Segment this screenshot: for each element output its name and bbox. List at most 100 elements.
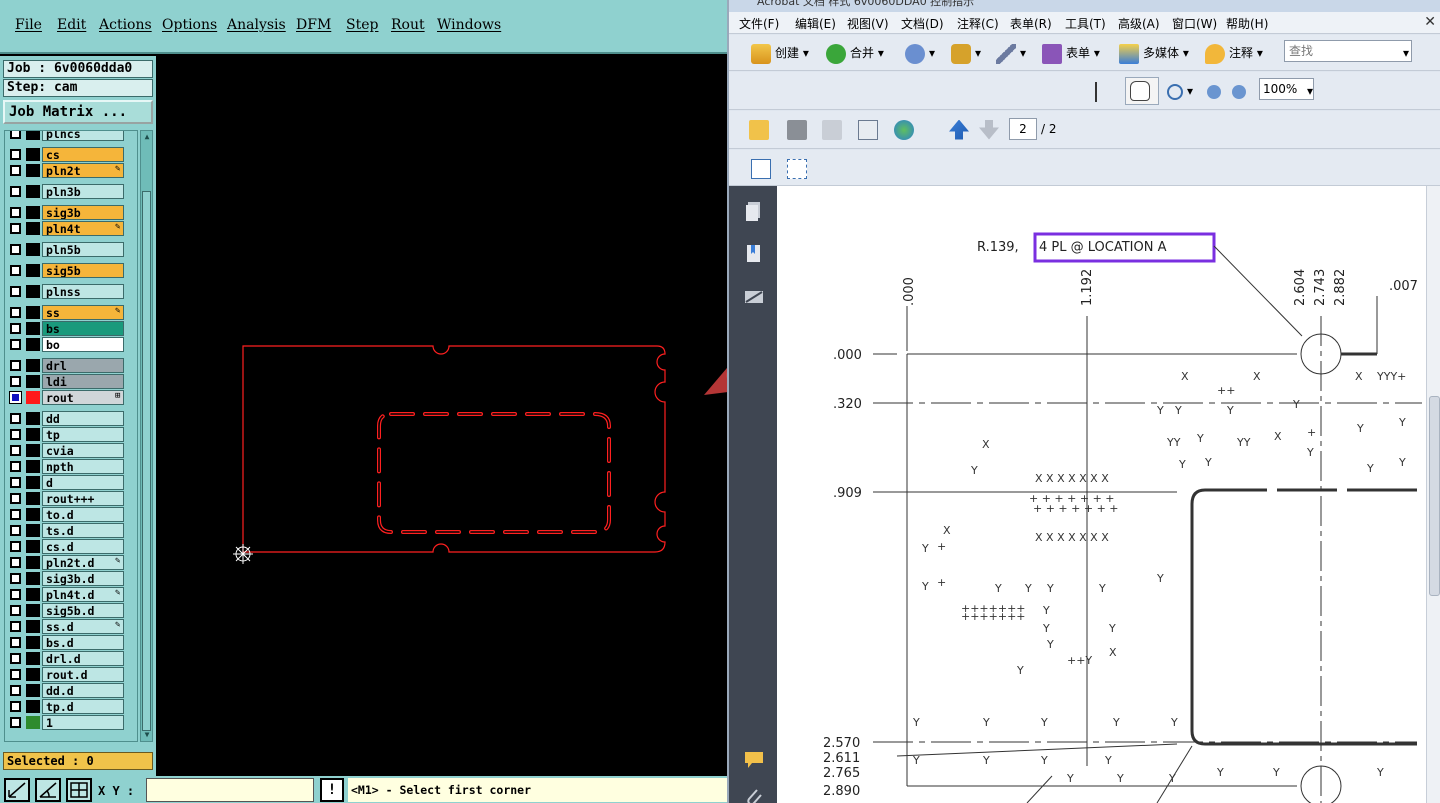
- layer-row[interactable]: d: [5, 475, 137, 490]
- acro-menu-comments[interactable]: 注释(C): [957, 15, 999, 32]
- layer-color-swatch[interactable]: [26, 556, 40, 569]
- layer-row[interactable]: rout.d: [5, 667, 137, 682]
- hand-tool-button[interactable]: [1125, 77, 1159, 105]
- layer-row[interactable]: dd: [5, 411, 137, 426]
- comments-icon[interactable]: [743, 749, 765, 771]
- layer-row[interactable]: pln5b: [5, 242, 137, 257]
- acro-menu-forms[interactable]: 表单(R): [1010, 15, 1052, 32]
- layer-checkbox[interactable]: [10, 685, 21, 696]
- graphics-canvas[interactable]: [157, 56, 727, 776]
- angle-mode-button[interactable]: [35, 778, 61, 802]
- layer-color-swatch[interactable]: [26, 492, 40, 505]
- layer-checkbox[interactable]: [10, 131, 21, 139]
- layer-name[interactable]: ldi: [42, 374, 124, 389]
- layer-name[interactable]: d: [42, 475, 124, 490]
- layer-color-swatch[interactable]: [26, 668, 40, 681]
- email-button[interactable]: [858, 117, 882, 141]
- secure-button[interactable]: ▾: [951, 41, 981, 65]
- pdf-scrollbar[interactable]: [1426, 186, 1440, 803]
- acro-menu-tools[interactable]: 工具(T): [1065, 15, 1106, 32]
- layer-color-swatch[interactable]: [26, 206, 40, 219]
- layer-checkbox[interactable]: [10, 493, 21, 504]
- layer-row[interactable]: bo: [5, 337, 137, 352]
- layer-color-swatch[interactable]: [26, 164, 40, 177]
- layer-name[interactable]: sig3b.d: [42, 571, 124, 586]
- zoom-in-button[interactable]: [1232, 79, 1250, 103]
- layer-color-swatch[interactable]: [26, 131, 40, 140]
- layer-name[interactable]: ss: [42, 305, 124, 320]
- layer-checkbox[interactable]: [10, 429, 21, 440]
- layer-row[interactable]: drl: [5, 358, 137, 373]
- layer-name[interactable]: cvia: [42, 443, 124, 458]
- acro-menu-advanced[interactable]: 高级(A): [1118, 15, 1160, 32]
- layer-color-swatch[interactable]: [26, 412, 40, 425]
- create-button[interactable]: 创建 ▾: [751, 41, 809, 65]
- layer-checkbox[interactable]: [10, 573, 21, 584]
- layer-row[interactable]: cvia: [5, 443, 137, 458]
- layer-row[interactable]: cs.d: [5, 539, 137, 554]
- layer-row[interactable]: bs.d: [5, 635, 137, 650]
- layer-name[interactable]: ts.d: [42, 523, 124, 538]
- acro-menu-window[interactable]: 窗口(W): [1172, 15, 1217, 32]
- find-input[interactable]: 查找: [1284, 40, 1412, 62]
- layer-color-swatch[interactable]: [26, 620, 40, 633]
- layer-row[interactable]: to.d: [5, 507, 137, 522]
- layer-checkbox[interactable]: [10, 445, 21, 456]
- pages-icon[interactable]: [743, 200, 765, 222]
- layer-color-swatch[interactable]: [26, 148, 40, 161]
- layer-color-swatch[interactable]: [26, 322, 40, 335]
- menu-dfm[interactable]: DFM: [296, 17, 331, 33]
- layer-name[interactable]: bs.d: [42, 635, 124, 650]
- scroll-thumb[interactable]: [142, 191, 151, 731]
- layer-name[interactable]: 1: [42, 715, 124, 730]
- layer-name[interactable]: rout+++: [42, 491, 124, 506]
- layer-checkbox[interactable]: [10, 653, 21, 664]
- layer-name[interactable]: tp: [42, 427, 124, 442]
- layer-color-swatch[interactable]: [26, 264, 40, 277]
- layer-name[interactable]: pln2t: [42, 163, 124, 178]
- zoom-out-button[interactable]: [1207, 79, 1225, 103]
- layer-row[interactable]: drl.d: [5, 651, 137, 666]
- layer-checkbox[interactable]: [10, 541, 21, 552]
- layer-checkbox[interactable]: [9, 391, 22, 404]
- layer-name[interactable]: dd: [42, 411, 124, 426]
- layer-checkbox[interactable]: [10, 360, 21, 371]
- acro-menu-file[interactable]: 文件(F): [739, 15, 779, 32]
- layer-name[interactable]: cs.d: [42, 539, 124, 554]
- layer-row[interactable]: tp: [5, 427, 137, 442]
- layer-checkbox[interactable]: [10, 669, 21, 680]
- layer-checkbox[interactable]: [10, 717, 21, 728]
- layer-name[interactable]: pln4t.d: [42, 587, 124, 602]
- layer-name[interactable]: ss.d: [42, 619, 124, 634]
- comment-button[interactable]: 注释 ▾: [1205, 41, 1263, 65]
- layer-name[interactable]: cs: [42, 147, 124, 162]
- layer-checkbox[interactable]: [10, 525, 21, 536]
- layer-color-swatch[interactable]: [26, 508, 40, 521]
- layer-name[interactable]: npth: [42, 459, 124, 474]
- signatures-icon[interactable]: [743, 286, 765, 308]
- layer-color-swatch[interactable]: [26, 636, 40, 649]
- scroll-up-arrow[interactable]: ▲: [142, 132, 152, 142]
- layer-checkbox[interactable]: [10, 149, 21, 160]
- layer-scrollbar[interactable]: ▲ ▼: [140, 130, 153, 742]
- zoom-dropdown-icon[interactable]: ▾: [1307, 79, 1313, 103]
- layer-color-swatch[interactable]: [26, 428, 40, 441]
- next-page-button[interactable]: [979, 117, 1003, 141]
- find-dropdown-icon[interactable]: ▾: [1403, 41, 1409, 65]
- acro-menu-view[interactable]: 视图(V): [847, 15, 889, 32]
- menu-step[interactable]: Step: [346, 17, 378, 33]
- acro-menu-help[interactable]: 帮助(H): [1226, 15, 1268, 32]
- layer-row[interactable]: pln4t.d ✎: [5, 587, 137, 602]
- layer-name[interactable]: to.d: [42, 507, 124, 522]
- layer-checkbox[interactable]: [10, 701, 21, 712]
- menu-edit[interactable]: Edit: [57, 17, 86, 33]
- layer-checkbox[interactable]: [10, 165, 21, 176]
- save-button[interactable]: [822, 117, 846, 141]
- layer-color-swatch[interactable]: [26, 222, 40, 235]
- layer-row[interactable]: ss ✎: [5, 305, 137, 320]
- layer-row[interactable]: ts.d: [5, 523, 137, 538]
- layer-row[interactable]: cs: [5, 147, 137, 162]
- close-icon[interactable]: ✕: [1424, 14, 1436, 30]
- bookmarks-icon[interactable]: [743, 242, 765, 264]
- menu-windows[interactable]: Windows: [437, 17, 501, 33]
